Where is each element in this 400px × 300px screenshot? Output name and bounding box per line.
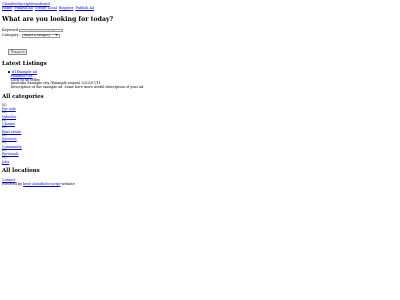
nav-link-home[interactable]: Home bbox=[2, 6, 12, 10]
category-link-jobs[interactable]: Jobs bbox=[2, 160, 9, 164]
search-icon bbox=[10, 50, 14, 54]
nav-link-publish-ad[interactable]: Publish Ad bbox=[14, 6, 32, 10]
powered-suffix: website bbox=[61, 181, 75, 186]
search-heading: What are you looking for today? bbox=[2, 16, 114, 23]
site-footer: Contact Powered by best-classifieds-scri… bbox=[2, 178, 392, 186]
chevron-down-icon bbox=[54, 33, 58, 38]
all-categories-heading: All categories bbox=[2, 93, 44, 100]
category-list: (0) For sale (0) Vehicles (0) Classes (0) Real … bbox=[2, 103, 392, 164]
main-nav: Home Publish Ad Create Local Register Pu… bbox=[2, 6, 392, 10]
keyword-input[interactable] bbox=[19, 28, 64, 33]
category-item: Jobs bbox=[2, 160, 392, 164]
bullet-icon bbox=[8, 71, 10, 73]
powered-prefix: Powered by bbox=[2, 181, 23, 186]
powered-by-link[interactable]: best-classifieds-script bbox=[23, 182, 60, 186]
nav-link-register[interactable]: Register bbox=[59, 6, 74, 10]
powered-by: Powered by best-classifieds-script websi… bbox=[2, 182, 392, 186]
search-button-label: Search bbox=[14, 50, 25, 54]
category-select[interactable]: Select a category bbox=[21, 33, 60, 38]
page: Classifiedsscriptdemoboard Home Publish … bbox=[2, 2, 392, 186]
category-select-value: Select a category bbox=[23, 33, 51, 37]
category-row: Category: Select a category bbox=[2, 33, 392, 38]
nav-link-publish-ad[interactable]: Publish Ad bbox=[76, 6, 94, 10]
nav-link-create-local[interactable]: Create Local bbox=[35, 6, 57, 10]
all-locations-heading: All locations bbox=[2, 167, 40, 174]
search-button[interactable]: Search bbox=[8, 49, 28, 55]
category-label: Category bbox=[2, 33, 19, 37]
listing-description: Description of the example ad. Some here… bbox=[10, 85, 145, 90]
listing-item: #1Example ad Example Cat Click to do sel… bbox=[8, 70, 392, 90]
latest-listings-heading: Latest Listings bbox=[2, 61, 47, 67]
